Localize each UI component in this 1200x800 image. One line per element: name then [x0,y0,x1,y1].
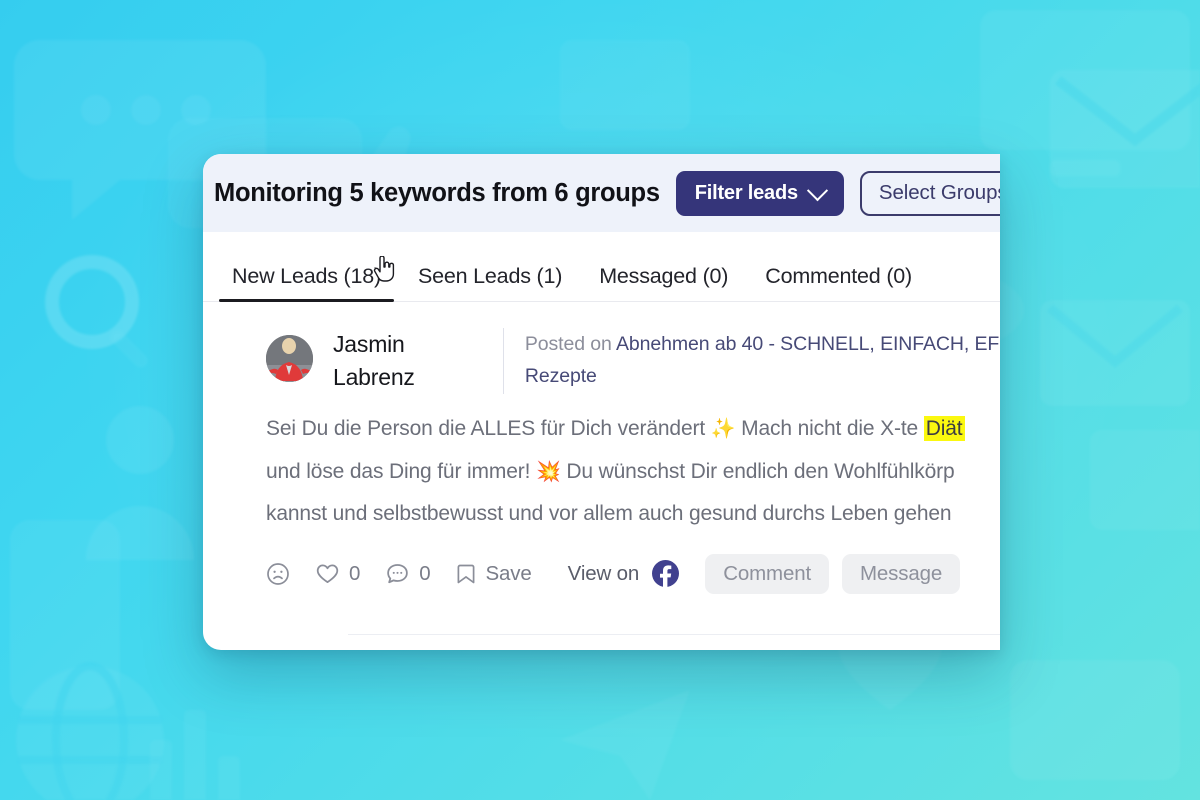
page-title: Monitoring 5 keywords from 6 groups [214,178,660,207]
post-body: Sei Du die Person die ALLES für Dich ver… [203,394,1000,535]
filter-leads-button[interactable]: Filter leads [675,170,844,216]
card-header: Monitoring 5 keywords from 6 groups Filt… [203,154,1000,232]
chevron-down-icon [806,179,829,201]
leads-tabs: New Leads (18) Seen Leads (1) Messaged (… [203,232,1000,302]
posted-on-line: Posted on Abnehmen ab 40 - SCHNELL, EINF… [525,328,1000,360]
message-button[interactable]: Message [842,553,961,594]
message-button-label: Message [860,561,943,585]
comment-button-label: Comment [723,561,811,585]
posted-on-label: Posted on [524,333,612,355]
post-body-line-3: kannst und selbstbewusst und vor allem a… [266,493,1000,535]
post-source-group: Posted on Abnehmen ab 40 - SCHNELL, EINF… [502,328,1000,394]
save-button[interactable]: Save [455,562,532,586]
tab-new-leads[interactable]: New Leads (18) [219,264,394,302]
sad-face-icon [267,562,289,585]
post-divider [348,633,1000,635]
tab-commented-label: Commented (0) [765,264,913,288]
view-on-label: View on [567,561,640,585]
leads-panel-card: Monitoring 5 keywords from 6 groups Filt… [203,154,1000,650]
comment-button[interactable]: Comment [705,553,829,594]
keyword-highlight: Diät [923,416,965,441]
post-author-first-name: Jasmin [333,331,405,357]
post-text-segment: kannst und selbstbewusst und vor allem a… [266,502,952,525]
post-text-segment: und löse das Ding für immer! [266,459,536,483]
like-count: 0 [349,561,361,585]
tab-seen-leads-label: Seen Leads (1) [417,264,563,288]
post-text-segment: Du wünschst Dir endlich den Wohlfühlkörp [560,459,955,483]
tab-messaged-label: Messaged (0) [599,264,729,288]
collision-emoji: 💥 [535,460,561,483]
group-name-link[interactable]: Abnehmen ab 40 - SCHNELL, EINFACH, EFFE [616,333,1000,355]
bookmark-icon [457,564,474,583]
like-button[interactable]: 0 [315,561,360,586]
sparkles-emoji: ✨ [710,418,736,440]
avatar [266,335,313,382]
post-text-segment: Sei Du die Person die ALLES für Dich ver… [266,417,711,440]
facebook-icon [652,560,680,587]
tab-new-leads-label: New Leads (18) [232,264,381,288]
sad-face-button[interactable] [266,562,290,586]
filter-leads-label: Filter leads [694,181,798,204]
heart-icon [316,564,339,584]
select-groups-label: Select Groups [878,181,1000,204]
comment-bubble-icon [387,564,409,584]
view-on-facebook-button[interactable]: View on [568,560,680,587]
save-label: Save [485,561,532,585]
post-action-bar: 0 0 Save View on Comment Message [203,535,1000,594]
post-body-line-1: Sei Du die Person die ALLES für Dich ver… [266,408,1000,451]
post-header: Jasmin Labrenz Posted on Abnehmen ab 40 … [203,328,1000,394]
post-author-name: Jasmin Labrenz [333,328,495,393]
group-name-link-continued[interactable]: Rezepte [525,360,1000,392]
tab-commented[interactable]: Commented (0) [765,264,912,302]
post-body-line-2: und löse das Ding für immer! 💥 Du wünsch… [266,451,1000,494]
tab-messaged[interactable]: Messaged (0) [599,264,728,302]
tab-seen-leads[interactable]: Seen Leads (1) [418,264,562,302]
comment-count-button[interactable]: 0 [385,561,431,586]
lead-post: Jasmin Labrenz Posted on Abnehmen ab 40 … [203,302,1000,594]
select-groups-button[interactable]: Select Groups [859,170,1000,216]
post-author-last-name: Labrenz [333,363,415,390]
post-text-segment: Mach nicht die X-te [735,417,924,440]
comment-count: 0 [419,561,431,585]
